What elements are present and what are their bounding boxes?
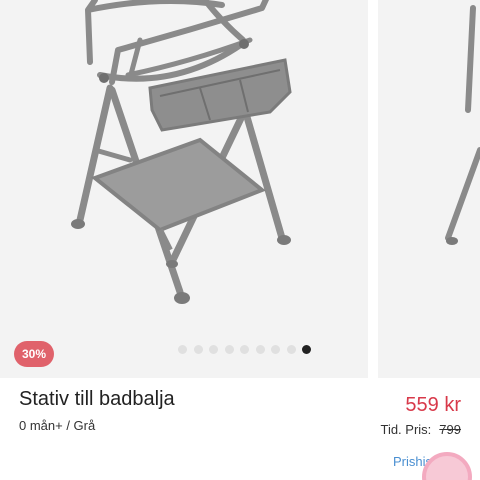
carousel-pagination[interactable] — [178, 345, 311, 354]
carousel-dot[interactable] — [240, 345, 249, 354]
current-price: 559 kr — [405, 394, 461, 416]
carousel-dot[interactable] — [271, 345, 280, 354]
carousel-dot[interactable] — [224, 345, 234, 354]
carousel-dot[interactable] — [255, 345, 265, 354]
next-product-image-slide[interactable] — [378, 0, 480, 378]
discount-badge: 30% — [14, 341, 54, 367]
carousel-dot[interactable] — [286, 345, 296, 354]
product-image-carousel[interactable]: 30% — [0, 0, 480, 378]
product-variant: 0 mån+ / Grå — [19, 418, 96, 433]
carousel-dot[interactable] — [193, 345, 203, 354]
previous-price: 799 — [439, 422, 461, 437]
next-product-image — [445, 5, 480, 245]
carousel-dot[interactable] — [209, 345, 218, 354]
carousel-dot-active[interactable] — [302, 345, 311, 354]
carousel-dot[interactable] — [178, 345, 187, 354]
product-image-slide[interactable]: 30% — [0, 0, 368, 378]
previous-price-row: Tid. Pris: 799 — [380, 422, 461, 437]
product-info: Stativ till badbalja 0 mån+ / Grå 559 kr… — [0, 378, 480, 480]
product-image-bath-stand — [71, 0, 292, 304]
product-title: Stativ till badbalja — [19, 388, 175, 410]
previous-price-label: Tid. Pris: — [380, 422, 432, 437]
